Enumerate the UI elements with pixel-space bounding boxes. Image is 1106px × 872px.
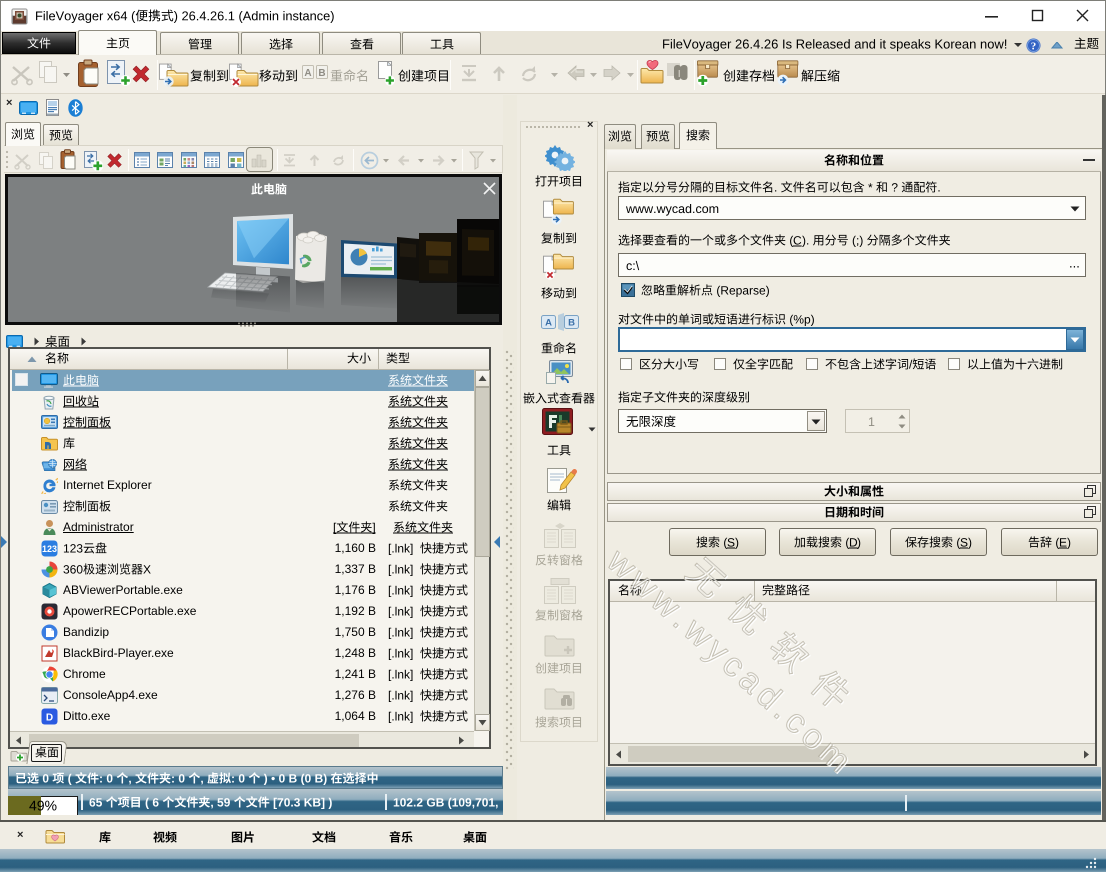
svg-text:A: A [304,68,311,79]
svg-text:?: ? [1031,41,1037,53]
svg-text:B: B [568,318,575,329]
svg-text:B: B [318,68,325,79]
svg-text:A: A [545,318,552,329]
svg-text:123: 123 [42,544,57,554]
svg-text:D: D [46,713,53,724]
